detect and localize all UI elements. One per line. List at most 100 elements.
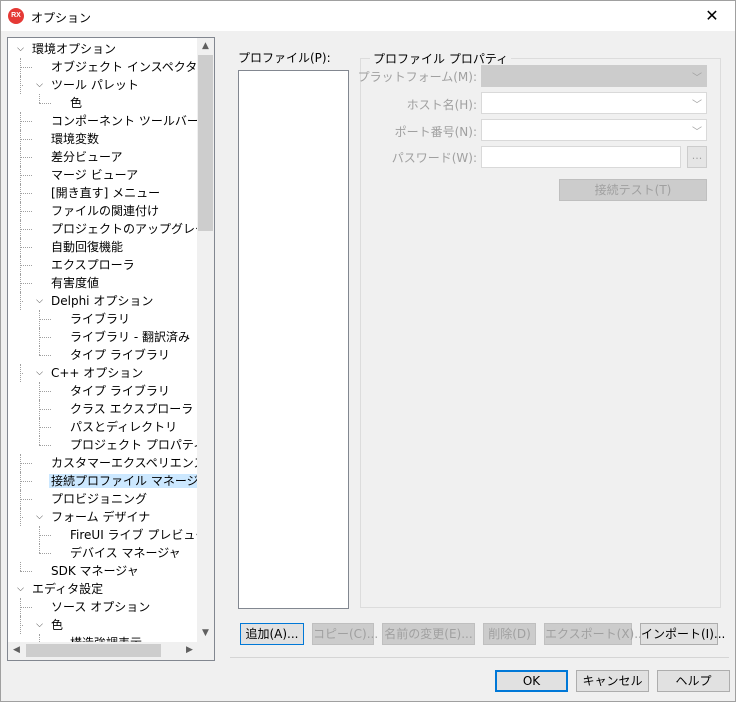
tree-horizontal-scrollbar[interactable]: ◀ ▶ [8,642,198,660]
tree-item[interactable]: プロジェクトのアップグレード [49,220,198,238]
close-icon: ✕ [705,6,719,25]
test-connection-button[interactable]: 接続テスト(T) [559,179,707,201]
password-input[interactable] [481,146,681,168]
password-browse-button[interactable]: ... [687,146,707,168]
import-button[interactable]: インポート(I)... [640,623,725,645]
tree-item[interactable]: コンポーネント ツールバー [49,112,198,130]
port-select[interactable]: ﹀ [481,119,707,141]
host-select[interactable]: ﹀ [481,92,707,114]
tree-item[interactable]: フォーム デザイナ [49,508,152,526]
tree-connector-line [20,229,32,230]
options-dialog: RX オプション ✕ ⌵ 環境オプション オブジェクト インスペクタ ⌵ ツール パレッ… [0,0,736,702]
tree-item[interactable]: エクスプローラ [49,256,137,274]
tree-item[interactable]: 自動回復機能 [49,238,125,256]
scroll-down-icon[interactable]: ▼ [197,625,214,642]
chevron-down-icon: ﹀ [692,73,702,84]
host-label: ホスト名(H): [406,98,477,112]
tree-item[interactable]: 色 [68,94,84,112]
tree-item-label: 差分ビューア [51,150,123,164]
tree-connector-line [20,283,32,284]
rename-button[interactable]: 名前の変更(E)... [382,623,475,645]
tree-connector-line [39,409,51,410]
tree-item[interactable]: タイプ ライブラリ [68,346,172,364]
tree-item[interactable]: ソース オプション [49,598,152,616]
tree-item[interactable]: C++ オプション [49,364,145,382]
tree-connector-line [20,571,32,572]
tree-item[interactable]: SDK マネージャ [49,562,141,580]
chevron-down-icon[interactable]: ⌵ [35,292,44,310]
profiles-label: プロファイル(P): [238,51,331,65]
tree-item-label: ソース オプション [51,600,151,614]
tree-item-label: ファイルの関連付け [51,204,160,218]
tree-vertical-scroll-thumb[interactable] [198,55,213,231]
profiles-list[interactable] [238,70,349,609]
tree-item-label: クラス エクスプローラ [70,402,194,416]
tree-item[interactable]: プロビジョニング [49,490,149,508]
scroll-right-icon[interactable]: ▶ [181,642,198,659]
platform-label: プラットフォーム(M): [357,70,477,84]
tree-item[interactable]: 差分ビューア [49,148,125,166]
tree-item[interactable]: ライブラリ - 翻訳済み [68,328,192,346]
chevron-down-icon[interactable]: ⌵ [16,40,25,58]
password-label: パスワード(W): [391,151,477,165]
tree-horizontal-scroll-thumb[interactable] [26,644,161,657]
ok-button[interactable]: OK [495,670,568,692]
tree-item[interactable]: ツール パレット [49,76,141,94]
tree-connector-line [20,85,23,86]
tree-item[interactable]: プロジェクト プロパティ [68,436,198,454]
chevron-down-icon[interactable]: ⌵ [35,364,44,382]
window-title: オプション [31,11,92,25]
tree-item[interactable]: オブジェクト インスペクタ [49,58,198,76]
cancel-button[interactable]: キャンセル [576,670,649,692]
add-button[interactable]: 追加(A)... [240,623,304,645]
tree-item[interactable]: ファイルの関連付け [49,202,161,220]
tree-connector-line [20,373,23,374]
tree-connector-line [20,121,32,122]
tree-item-label: プロビジョニング [51,492,148,506]
tree-connector-line [39,553,51,554]
chevron-down-icon[interactable]: ⌵ [35,616,44,634]
tree-vertical-scrollbar[interactable]: ▲ ▼ [197,38,214,642]
delete-button[interactable]: 削除(D) [483,623,536,645]
help-button[interactable]: ヘルプ [657,670,730,692]
tree-item[interactable]: 環境オプション [30,40,118,58]
scroll-left-icon[interactable]: ◀ [8,642,25,659]
tree-item[interactable]: クラス エクスプローラ [68,400,195,418]
tree-item[interactable]: タイプ ライブラリ [68,382,172,400]
tree-item[interactable]: FireUI ライブ プレビュー [68,526,198,544]
tree-connector-line [20,139,32,140]
tree-item[interactable]: Delphi オプション [49,292,155,310]
scroll-up-icon[interactable]: ▲ [197,38,214,55]
tree-item[interactable]: 有害度値 [49,274,101,292]
port-label: ポート番号(N): [394,125,477,139]
tree-item[interactable]: 環境変数 [49,130,101,148]
tree-item[interactable]: パスとディレクトリ [68,418,179,436]
tree-item[interactable]: 色 [49,616,65,634]
chevron-down-icon[interactable]: ⌵ [16,580,25,598]
tree-item[interactable]: カスタマーエクスペリエンス プログ [49,454,198,472]
tree-item[interactable]: 接続プロファイル マネージャ [49,472,198,490]
tree-item-label: タイプ ライブラリ [70,348,170,362]
tree-connector-line [39,544,40,553]
options-tree[interactable]: ⌵ 環境オプション オブジェクト インスペクタ ⌵ ツール パレット色コンポーネント ツ… [7,37,215,661]
tree-item-label: ライブラリ [70,312,131,326]
tree-connector-line [20,265,32,266]
tree-item-label: 色 [70,96,83,110]
chevron-down-icon[interactable]: ⌵ [35,76,44,94]
tree-connector-line [20,193,32,194]
export-button[interactable]: エクスポート(X)... [544,623,646,645]
tree-item[interactable]: [開き直す] メニュー [49,184,162,202]
chevron-down-icon[interactable]: ⌵ [35,508,44,526]
platform-select[interactable]: ﹀ [481,65,707,87]
tree-item[interactable]: エディタ設定 [30,580,105,598]
tree-item[interactable]: デバイス マネージャ [68,544,183,562]
tree-item-label: 有害度値 [51,276,100,290]
tree-item-label: FireUI ライブ プレビュー [70,528,198,542]
title-bar: RX オプション ✕ [1,1,735,31]
tree-item[interactable]: ライブラリ [68,310,132,328]
app-icon: RX [8,8,24,24]
tree-item[interactable]: 構造強調表示 [68,634,144,642]
tree-item[interactable]: マージ ビューア [49,166,140,184]
close-button[interactable]: ✕ [689,1,735,31]
copy-button[interactable]: コピー(C)... [312,623,378,645]
